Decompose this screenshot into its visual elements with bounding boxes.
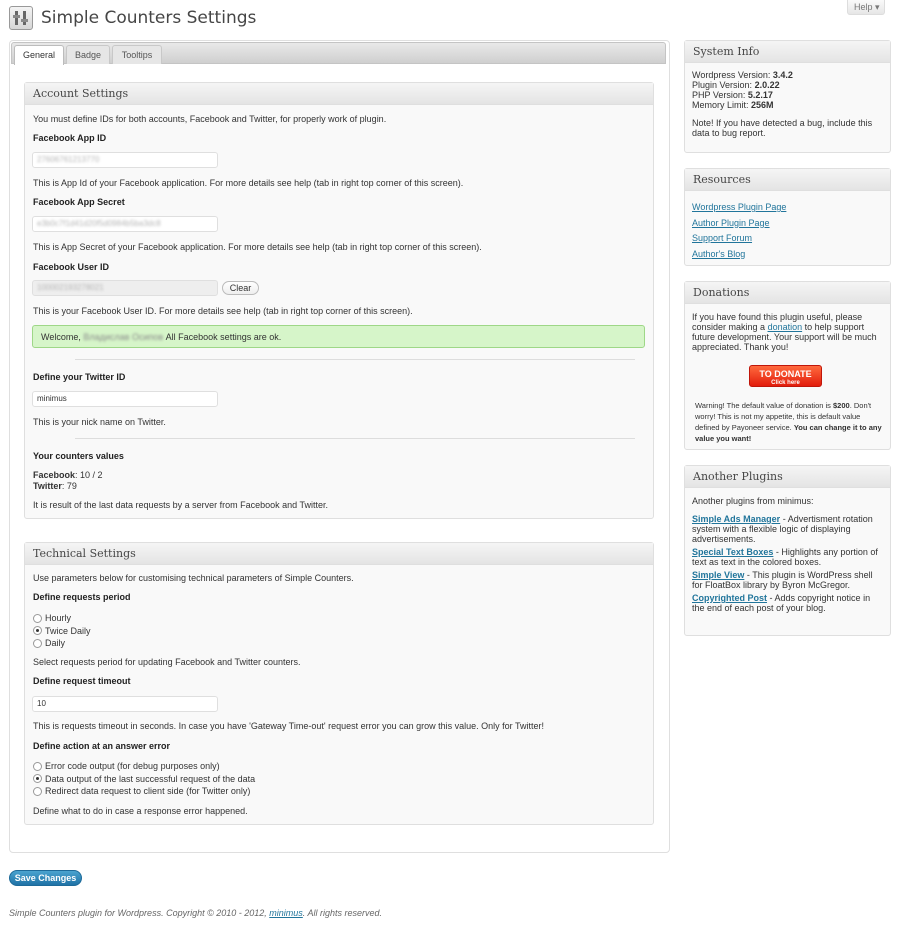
plugin-link[interactable]: Simple Ads Manager — [692, 514, 780, 524]
fb-secret-input[interactable]: e3b0c7f1d41d20f5d0984b5ba3dc8 — [32, 216, 218, 232]
twitter-input[interactable]: minimus — [32, 391, 218, 407]
welcome-name: Владислав Осипов — [83, 332, 164, 342]
counters-label: Your counters values — [33, 451, 124, 461]
save-changes-button[interactable]: Save Changes — [9, 870, 82, 886]
plugin-link[interactable]: Copyrighted Post — [692, 593, 767, 603]
system-info-heading: System Info — [685, 41, 890, 63]
footer-author-link[interactable]: minimus — [269, 908, 303, 918]
account-intro: You must define IDs for both accounts, F… — [33, 114, 387, 124]
counters-help: It is result of the last data requests b… — [33, 500, 328, 510]
timeout-input[interactable]: 10 — [32, 696, 218, 712]
welcome-suffix: All Facebook settings are ok. — [165, 332, 282, 342]
wordpress-plugin-page-link[interactable]: Wordpress Plugin Page — [692, 202, 786, 212]
period-label: Define requests period — [33, 592, 131, 602]
system-row: PHP Version: 5.2.17 — [692, 90, 773, 100]
system-note: Note! If you have detected a bug, includ… — [692, 118, 873, 138]
radio-twice-daily[interactable] — [33, 626, 42, 635]
fb-secret-help: This is App Secret of your Facebook appl… — [33, 242, 482, 252]
another-plugins-heading: Another Plugins — [685, 466, 890, 488]
fb-app-id-label: Facebook App ID — [33, 133, 107, 143]
tab-general[interactable]: General — [14, 45, 64, 65]
another-plugins-list: Another plugins from minimus: Simple Ads… — [692, 496, 884, 613]
radio-last-successful-label: Data output of the last successful reque… — [45, 774, 256, 784]
system-info-rows: Wordpress Version: 3.4.2 Plugin Version:… — [692, 70, 882, 138]
welcome-prefix: Welcome, — [41, 332, 81, 342]
fb-secret-label: Facebook App Secret — [33, 197, 125, 207]
donations-text: If you have found this plugin useful, pl… — [692, 312, 877, 352]
radio-twice-daily-label: Twice Daily — [45, 626, 91, 636]
radio-hourly[interactable] — [33, 614, 42, 623]
plugin-item: Simple Ads Manager - Advertisment rotati… — [692, 514, 873, 544]
system-row: Plugin Version: 2.0.22 — [692, 80, 780, 90]
page-title: Simple Counters Settings — [41, 8, 257, 28]
donations-heading: Donations — [685, 282, 890, 304]
tab-tooltips[interactable]: Tooltips — [112, 45, 162, 64]
plugin-link[interactable]: Special Text Boxes — [692, 547, 773, 557]
resources-links: Wordpress Plugin Page Author Plugin Page… — [692, 200, 786, 262]
timeout-label: Define request timeout — [33, 676, 131, 686]
plugin-link[interactable]: Simple View — [692, 570, 744, 580]
donate-button[interactable]: TO DONATE Click here — [749, 365, 822, 387]
settings-page-icon — [9, 6, 33, 30]
twitter-label: Define your Twitter ID — [33, 372, 126, 382]
radio-error-code-label: Error code output (for debug purposes on… — [45, 761, 220, 771]
period-help: Select requests period for updating Face… — [33, 657, 301, 667]
plugin-item: Special Text Boxes - Highlights any port… — [692, 547, 878, 567]
resources-heading: Resources — [685, 169, 890, 191]
error-help: Define what to do in case a response err… — [33, 806, 248, 816]
error-action-label: Define action at an answer error — [33, 741, 171, 751]
system-row: Wordpress Version: 3.4.2 — [692, 70, 793, 80]
radio-error-code[interactable] — [33, 762, 42, 771]
divider — [75, 438, 635, 439]
authors-blog-link[interactable]: Author's Blog — [692, 249, 745, 259]
clear-button[interactable]: Clear — [222, 281, 259, 295]
support-forum-link[interactable]: Support Forum — [692, 233, 752, 243]
fb-user-input[interactable]: 100002193278021 — [32, 280, 218, 296]
plugins-intro: Another plugins from minimus: — [692, 496, 814, 506]
tab-badge[interactable]: Badge — [66, 45, 110, 64]
technical-settings-heading: Technical Settings — [25, 543, 653, 565]
donation-warning: Warning! The default value of donation i… — [695, 401, 882, 443]
plugin-item: Simple View - This plugin is WordPress s… — [692, 570, 873, 590]
footer-suffix: . All rights reserved. — [302, 908, 382, 918]
fb-app-id-help: This is App Id of your Facebook applicat… — [33, 178, 464, 188]
timeout-help: This is requests timeout in seconds. In … — [33, 721, 545, 731]
technical-intro: Use parameters below for customising tec… — [33, 573, 354, 583]
radio-redirect-client-label: Redirect data request to client side (fo… — [45, 786, 251, 796]
fb-counter: Facebook: 10 / 2 — [33, 470, 103, 480]
facebook-ok-notice: Welcome, Владислав Осипов All Facebook s… — [32, 325, 645, 348]
author-plugin-page-link[interactable]: Author Plugin Page — [692, 218, 770, 228]
footer: Simple Counters plugin for Wordpress. Co… — [9, 908, 382, 918]
tw-counter: Twitter: 79 — [33, 481, 77, 491]
donation-link[interactable]: donation — [768, 322, 803, 332]
system-row: Memory Limit: 256M — [692, 100, 774, 110]
divider — [75, 359, 635, 360]
radio-hourly-label: Hourly — [45, 613, 72, 623]
radio-daily[interactable] — [33, 639, 42, 648]
help-tab-button[interactable]: Help ▾ — [847, 0, 885, 15]
radio-daily-label: Daily — [45, 638, 66, 648]
account-settings-heading: Account Settings — [25, 83, 653, 105]
footer-text: Simple Counters plugin for Wordpress. Co… — [9, 908, 267, 918]
twitter-help: This is your nick name on Twitter. — [33, 417, 166, 427]
fb-app-id-input[interactable]: 27606761213770 — [32, 152, 218, 168]
plugin-item: Copyrighted Post - Adds copyright notice… — [692, 593, 871, 613]
fb-user-label: Facebook User ID — [33, 262, 110, 272]
fb-user-help: This is your Facebook User ID. For more … — [33, 306, 413, 316]
radio-last-successful[interactable] — [33, 774, 42, 783]
radio-redirect-client[interactable] — [33, 787, 42, 796]
